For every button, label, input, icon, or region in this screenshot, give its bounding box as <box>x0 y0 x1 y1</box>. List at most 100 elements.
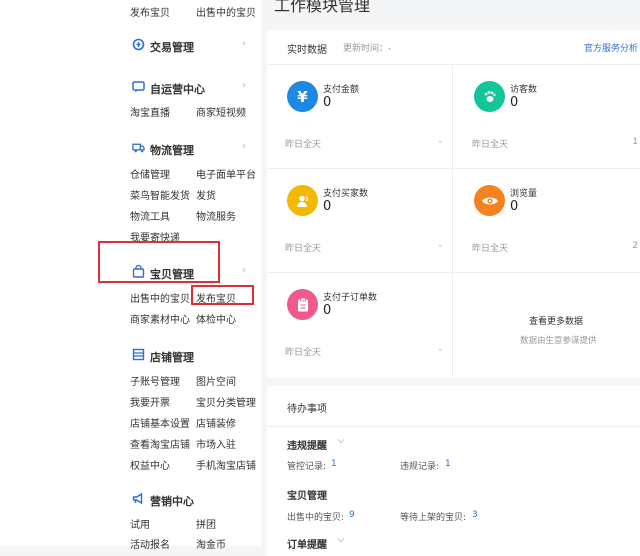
pending-goods-value[interactable]: 3 <box>472 510 478 520</box>
order-reminder-title[interactable]: 订单提醒 <box>287 536 327 551</box>
highlight-box-goods-section <box>98 241 220 283</box>
sidebar-link[interactable]: 出售中的宝贝 <box>130 290 190 305</box>
sidebar-section-store[interactable]: 店铺管理 <box>130 346 260 364</box>
sidebar-link[interactable]: 查看淘宝店铺 <box>130 436 190 451</box>
metric-visitors[interactable]: 访客数 0 昨日全天 1 <box>454 65 640 169</box>
sidebar-link[interactable]: 手机淘宝店铺 <box>196 457 256 472</box>
sidebar-link[interactable]: 我要开票 <box>130 394 170 409</box>
more-data-subtitle: 数据由生意参谋提供 <box>520 336 597 346</box>
sidebar-section-title: 交易管理 <box>150 41 194 54</box>
metric-footer-value: - <box>438 241 442 251</box>
goods-todo-title: 宝贝管理 <box>287 491 327 502</box>
metric-footer: 昨日全天 <box>285 140 322 150</box>
metric-pageviews[interactable]: 浏览量 0 昨日全天 2 <box>454 169 640 273</box>
sidebar-section-self-op[interactable]: 自运营中心 › <box>130 78 260 96</box>
violation-record-label: 违规记录: <box>400 462 440 472</box>
sidebar-section-title: 店铺管理 <box>150 351 194 364</box>
metric-pay-amount[interactable]: ¥ 支付金额 0 昨日全天 - <box>267 65 453 169</box>
metric-label: 支付金额 <box>323 85 360 95</box>
todo-title: 待办事项 <box>287 404 327 415</box>
metric-sub-orders[interactable]: 支付子订单数 0 昨日全天 - <box>267 273 453 377</box>
chevron-down-icon[interactable]: ⌵ <box>337 435 345 446</box>
realtime-header: 实时数据 更新时间：- 官方服务分析 <box>267 30 640 65</box>
metric-footer: 昨日全天 <box>472 244 509 254</box>
trade-icon <box>132 38 145 51</box>
metric-footer-value: 2 <box>632 241 638 251</box>
metric-value: 0 <box>510 95 519 110</box>
sidebar-link[interactable]: 物流服务 <box>196 208 236 223</box>
page-title: 工作模块管理 <box>274 0 371 15</box>
highlight-box-publish-goods <box>191 285 254 305</box>
chevron-right-icon: › <box>242 38 246 49</box>
sidebar-link[interactable]: 体检中心 <box>196 311 236 326</box>
violation-record-value[interactable]: 1 <box>445 459 451 469</box>
chat-icon <box>132 80 145 93</box>
metric-value: 0 <box>323 199 332 214</box>
metric-footer-value: - <box>438 137 442 147</box>
selling-goods-label: 出售中的宝贝: <box>287 513 345 523</box>
sidebar-section-title: 营销中心 <box>150 495 194 508</box>
metric-label: 支付子订单数 <box>323 293 378 303</box>
eye-icon <box>474 185 505 216</box>
left-blank-area <box>0 0 110 546</box>
sidebar-link[interactable]: 电子面单平台 <box>196 166 256 181</box>
sidebar-section-logistics[interactable]: 物流管理 › <box>130 139 260 157</box>
sidebar-section-title: 物流管理 <box>150 144 194 157</box>
store-icon <box>132 348 145 361</box>
metric-value: 0 <box>323 95 332 110</box>
sidebar-link[interactable]: 物流工具 <box>130 208 170 223</box>
official-analysis-link[interactable]: 官方服务分析 <box>584 41 638 54</box>
sidebar-link[interactable]: 子账号管理 <box>130 373 180 388</box>
truck-icon <box>132 141 145 154</box>
sidebar-section-title: 自运营中心 <box>150 83 205 96</box>
metric-label: 浏览量 <box>510 189 538 199</box>
sidebar-link[interactable]: 店铺基本设置 <box>130 415 190 430</box>
chevron-right-icon: › <box>242 141 246 152</box>
sidebar-link[interactable]: 淘金币 <box>196 536 226 551</box>
sidebar-section-marketing[interactable]: 营销中心 <box>130 490 260 508</box>
metric-value: 0 <box>510 199 519 214</box>
sidebar-link[interactable]: 商家素材中心 <box>130 311 190 326</box>
realtime-title: 实时数据 <box>287 45 327 56</box>
yuan-icon: ¥ <box>287 81 318 112</box>
sidebar-link[interactable]: 宝贝分类管理 <box>196 394 256 409</box>
sidebar-link-publish-top[interactable]: 发布宝贝 <box>130 4 170 19</box>
sidebar-link[interactable]: 活动报名 <box>130 536 170 551</box>
sidebar-link[interactable]: 发货 <box>196 187 216 202</box>
more-data-link[interactable]: 查看更多数据 <box>529 314 583 327</box>
sidebar-link[interactable]: 图片空间 <box>196 373 236 388</box>
violation-title[interactable]: 违规提醒 <box>287 437 327 452</box>
sidebar-link[interactable]: 商家短视频 <box>196 104 246 119</box>
selling-goods-value[interactable]: 9 <box>349 510 355 520</box>
chevron-down-icon[interactable]: ⌵ <box>337 534 345 545</box>
metric-buyers[interactable]: 支付买家数 0 昨日全天 - <box>267 169 453 273</box>
megaphone-icon <box>132 492 145 505</box>
sidebar-link[interactable]: 市场入驻 <box>196 436 236 451</box>
sidebar-link[interactable]: 店铺装修 <box>196 415 236 430</box>
chevron-right-icon: › <box>242 80 246 91</box>
metric-footer-value: - <box>438 345 442 355</box>
sidebar-link[interactable]: 拼团 <box>196 516 216 531</box>
metric-label: 访客数 <box>510 85 538 95</box>
footprint-icon <box>474 81 505 112</box>
control-record-value[interactable]: 1 <box>331 459 337 469</box>
metric-label: 支付买家数 <box>323 189 369 199</box>
main-content: 工作模块管理 实时数据 更新时间：- 官方服务分析 ¥ 支付金额 0 昨日全天 … <box>262 0 640 556</box>
metric-value: 0 <box>323 303 332 318</box>
more-data-panel[interactable]: 查看更多数据 数据由生意参谋提供 <box>454 273 640 377</box>
metric-footer-value: 1 <box>632 137 638 147</box>
sidebar-link[interactable]: 淘宝直播 <box>130 104 170 119</box>
clipboard-icon <box>287 289 318 320</box>
sidebar-section-trade[interactable]: 交易管理 › <box>130 36 260 54</box>
pending-goods-label: 等待上架的宝贝: <box>400 513 467 523</box>
sidebar-link-selling-top[interactable]: 出售中的宝贝 <box>196 4 256 19</box>
metric-footer: 昨日全天 <box>472 140 509 150</box>
sidebar-link[interactable]: 仓储管理 <box>130 166 170 181</box>
sidebar-link[interactable]: 试用 <box>130 516 150 531</box>
metric-footer: 昨日全天 <box>285 348 322 358</box>
chevron-right-icon: › <box>242 265 246 276</box>
sidebar-link[interactable]: 权益中心 <box>130 457 170 472</box>
update-time: 更新时间：- <box>343 44 392 54</box>
metric-footer: 昨日全天 <box>285 244 322 254</box>
sidebar-link[interactable]: 菜鸟智能发货 <box>130 187 190 202</box>
